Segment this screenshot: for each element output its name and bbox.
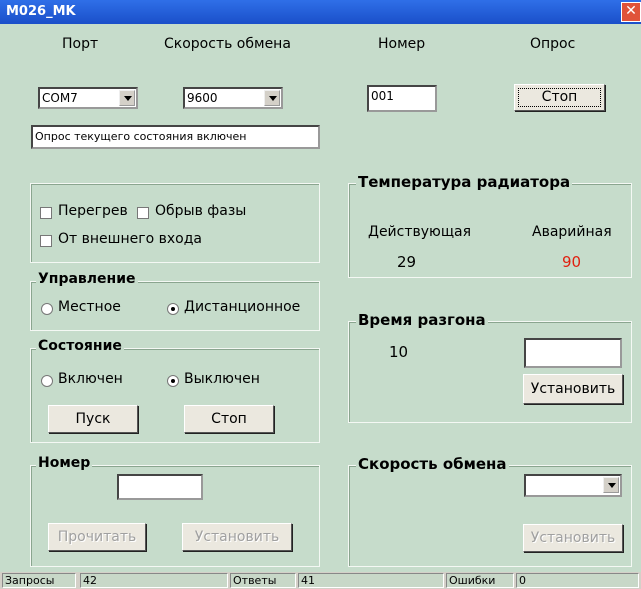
status-bar: Запросы 42 Ответы 41 Ошибки 0	[0, 572, 641, 589]
accel-time-input[interactable]	[524, 338, 622, 368]
poll-label: Опрос	[530, 36, 576, 52]
phase-break-checkbox[interactable]	[137, 207, 149, 219]
close-button[interactable]: ✕	[621, 2, 641, 22]
responses-label: Ответы	[230, 573, 296, 588]
requests-value: 42	[80, 573, 228, 588]
control-local-radio[interactable]	[41, 303, 53, 315]
baud-set-button[interactable]: Установить	[523, 524, 623, 552]
actual-temp-label: Действующая	[368, 224, 472, 240]
number-group-input[interactable]	[117, 474, 203, 500]
state-off-label: Выключен	[184, 371, 260, 387]
baud-select[interactable]: 9600	[183, 87, 283, 109]
accel-time-group	[348, 321, 632, 423]
alarm-temp-value: 90	[562, 253, 582, 271]
control-local-label: Местное	[58, 299, 121, 315]
state-on-label: Включен	[58, 371, 123, 387]
port-label: Порт	[62, 36, 99, 52]
close-icon: ✕	[625, 3, 637, 19]
overheat-label: Перегрев	[58, 203, 128, 219]
errors-value: 0	[516, 573, 639, 588]
requests-label: Запросы	[2, 573, 76, 588]
baud-label: Скорость обмена	[164, 36, 291, 52]
number-set-button[interactable]: Установить	[182, 523, 292, 551]
external-input-checkbox[interactable]	[40, 235, 52, 247]
control-group-title: Управление	[36, 271, 138, 287]
number-input-value: 001	[371, 89, 394, 103]
alarms-group	[30, 183, 320, 263]
radiator-temp-title: Температура радиатора	[356, 173, 573, 191]
chevron-down-icon[interactable]	[603, 477, 619, 493]
window-title: M026_MK	[6, 4, 76, 19]
accel-time-title: Время разгона	[356, 311, 488, 329]
state-off-radio[interactable]	[167, 375, 179, 387]
title-bar: M026_MK ✕	[0, 0, 641, 24]
state-group-title: Состояние	[36, 338, 124, 354]
number-group-title: Номер	[36, 455, 93, 471]
responses-value: 41	[298, 573, 444, 588]
overheat-checkbox[interactable]	[40, 207, 52, 219]
external-input-label: От внешнего входа	[58, 231, 202, 247]
errors-label: Ошибки	[446, 573, 514, 588]
chevron-down-icon[interactable]	[264, 90, 280, 106]
baud-group-select[interactable]	[524, 474, 622, 497]
alarm-temp-label: Аварийная	[532, 224, 612, 240]
port-select[interactable]: COM7	[38, 87, 138, 109]
actual-temp-value: 29	[397, 253, 417, 271]
control-remote-radio[interactable]	[167, 303, 179, 315]
poll-stop-button[interactable]: Стоп	[514, 84, 605, 111]
stop-button[interactable]: Стоп	[184, 405, 274, 433]
read-button[interactable]: Прочитать	[48, 523, 146, 551]
accel-set-button[interactable]: Установить	[523, 374, 623, 404]
port-select-value: COM7	[42, 91, 78, 105]
status-message-field: Опрос текущего состояния включен	[31, 125, 320, 149]
chevron-down-icon[interactable]	[119, 90, 135, 106]
number-label: Номер	[378, 36, 426, 52]
accel-time-value: 10	[389, 343, 409, 361]
number-input[interactable]: 001	[367, 85, 437, 112]
state-on-radio[interactable]	[41, 375, 53, 387]
start-button[interactable]: Пуск	[48, 405, 138, 433]
baud-group-title: Скорость обмена	[356, 455, 509, 473]
control-remote-label: Дистанционное	[184, 299, 301, 315]
baud-select-value: 9600	[187, 91, 218, 105]
phase-break-label: Обрыв фазы	[155, 203, 247, 219]
